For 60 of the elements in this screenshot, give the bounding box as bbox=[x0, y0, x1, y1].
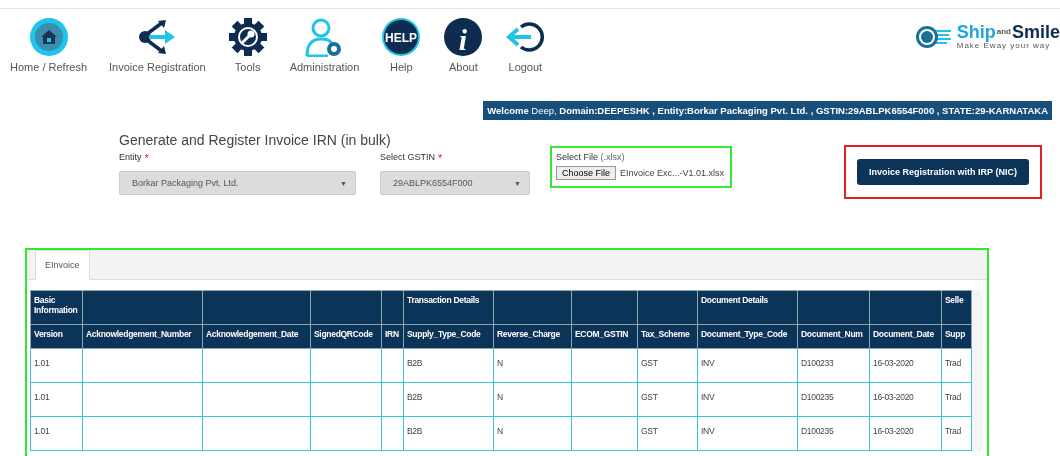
table-cell: INV bbox=[697, 348, 798, 383]
table-cell: B2B bbox=[403, 416, 494, 451]
field-label: Select File (.xlsx) bbox=[556, 152, 626, 162]
table-cell: INV bbox=[697, 416, 798, 451]
table-cell: GST bbox=[637, 416, 698, 451]
table-cell: D100235 bbox=[797, 382, 870, 417]
column-header: Supply_Type_Code bbox=[403, 324, 494, 349]
welcome-banner: Welcome Deep, Domain:DEEPESHK , Entity:Borkar Packaging Pvt. Ltd. , GSTIN:29ABLPK6554F000 , STATE:29-KARNATAKA bbox=[483, 101, 1052, 120]
table-cell: Trad bbox=[941, 416, 972, 451]
table-cell: B2B bbox=[403, 382, 494, 417]
table-cell: 1.01 bbox=[30, 382, 83, 417]
table-cell: GST bbox=[637, 382, 698, 417]
column-header: Acknowledgement_Date bbox=[202, 324, 311, 349]
table-cell: B2B bbox=[403, 348, 494, 383]
table-cell: Trad bbox=[941, 348, 972, 383]
table-cell: GST bbox=[637, 348, 698, 383]
choose-file-button[interactable]: Choose File bbox=[556, 166, 617, 180]
table-cell: N bbox=[493, 382, 572, 417]
table-cell: N bbox=[493, 348, 572, 383]
logo-tagline: Make Eway your way bbox=[956, 41, 1052, 50]
logo-text: Smile bbox=[1011, 23, 1060, 41]
logo-mark-icon bbox=[914, 24, 953, 49]
nav-button[interactable]: Tools bbox=[227, 17, 268, 73]
column-header: Version bbox=[30, 324, 83, 349]
table-cell: 16-03-2020 bbox=[869, 348, 942, 383]
logo-text: and bbox=[996, 28, 1011, 36]
required-mark: * bbox=[438, 152, 443, 164]
nav-button[interactable]: Logout bbox=[505, 17, 546, 73]
field-label: Select GSTIN bbox=[380, 152, 435, 164]
table-cell: D100235 bbox=[797, 416, 870, 451]
nav-button[interactable]: Invoice Registration bbox=[109, 17, 206, 73]
file-name: EInvoice Exc...-V1.01.xlsx bbox=[620, 168, 725, 178]
column-header: Acknowledgement_Number bbox=[82, 324, 203, 349]
table-cell: 16-03-2020 bbox=[869, 382, 942, 417]
required-mark: * bbox=[144, 152, 149, 164]
group-header: Document Details bbox=[697, 290, 798, 325]
form-title: Generate and Register Invoice IRN (in bulk) bbox=[119, 132, 392, 148]
nav-button[interactable]: i About bbox=[443, 17, 484, 73]
gear-wrench-icon bbox=[227, 17, 268, 57]
table-cell: 1.01 bbox=[30, 416, 83, 451]
table-cell: N bbox=[493, 416, 572, 451]
nav-button[interactable]: Administration bbox=[289, 17, 360, 73]
field-label: Entity bbox=[119, 152, 142, 164]
home-icon bbox=[28, 17, 69, 57]
table-cell: Trad bbox=[941, 382, 972, 417]
group-header: Selle bbox=[941, 290, 972, 325]
tab[interactable]: EInvoice bbox=[35, 250, 90, 280]
help-icon: HELP bbox=[381, 17, 422, 57]
table-cell: 1.01 bbox=[30, 348, 83, 383]
logo-text: Ship bbox=[956, 23, 996, 41]
table-cell: 16-03-2020 bbox=[869, 416, 942, 451]
group-header: Basic Information bbox=[30, 290, 83, 325]
table-cell: D100233 bbox=[797, 348, 870, 383]
info-icon: i bbox=[443, 17, 484, 57]
group-header: Transaction Details bbox=[403, 290, 494, 325]
nav-button[interactable]: Home / Refresh bbox=[10, 17, 88, 73]
column-header: Document_Type_Code bbox=[697, 324, 798, 349]
table-cell: INV bbox=[697, 382, 798, 417]
nav-button[interactable]: HELP Help bbox=[381, 17, 422, 73]
submit-button[interactable]: Invoice Registration with IRP (NIC) bbox=[857, 159, 1029, 185]
